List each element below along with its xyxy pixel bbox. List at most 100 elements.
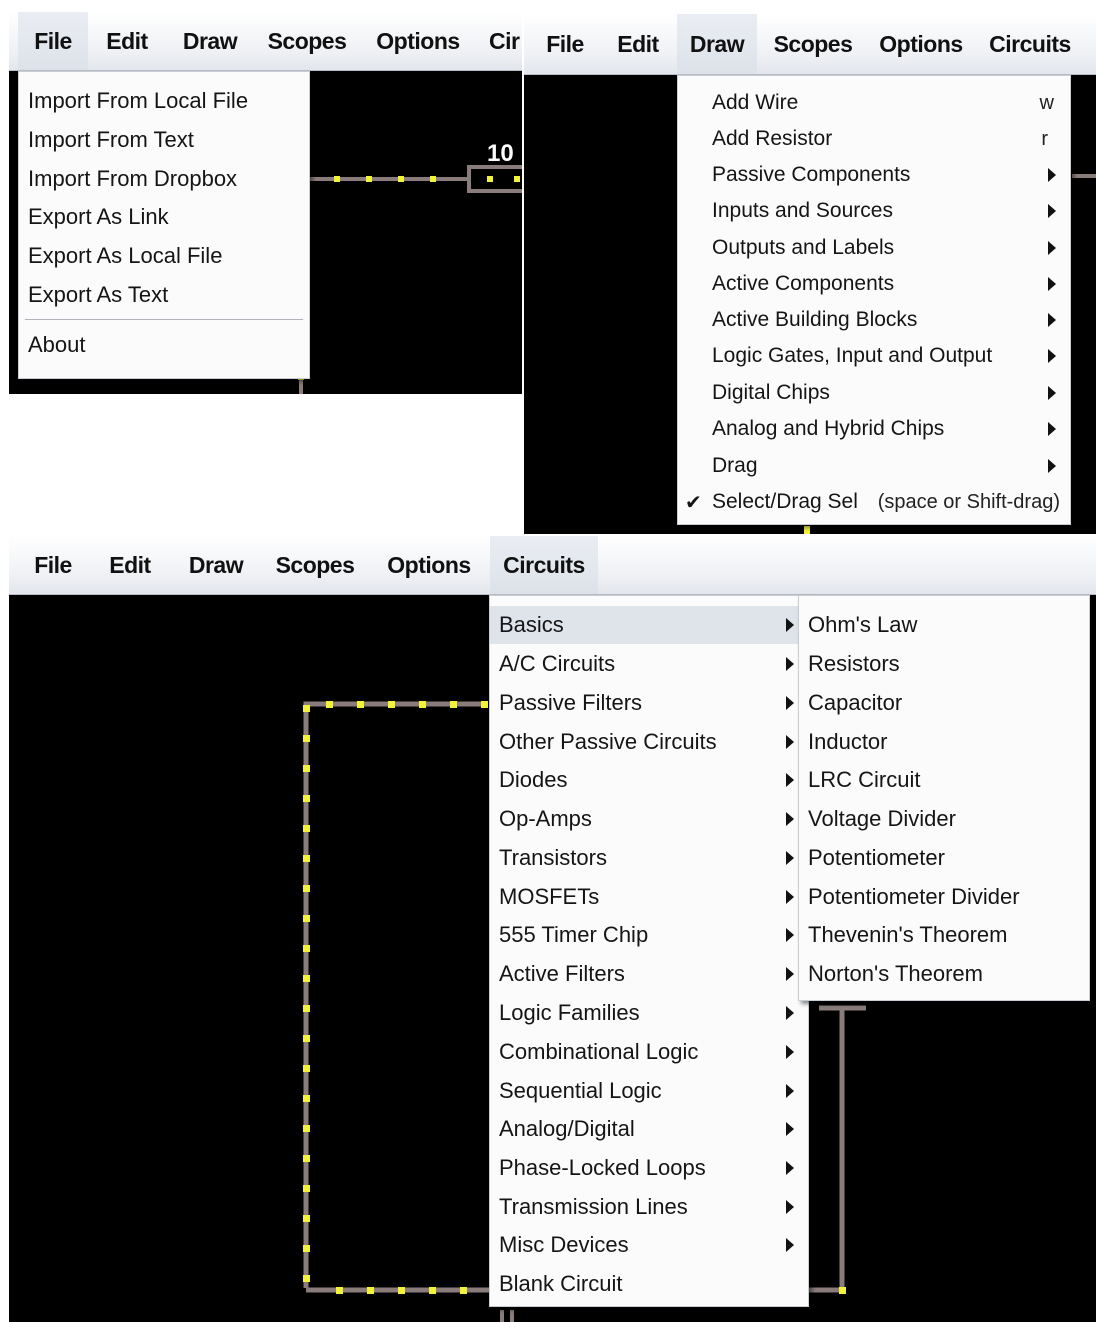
menu-item-diodes[interactable]: Diodes xyxy=(490,761,808,799)
menu-item-inputs-sources[interactable]: Inputs and Sources xyxy=(678,194,1070,228)
menu-item-label: Basics xyxy=(499,612,564,637)
menu-options[interactable]: Options xyxy=(874,14,968,74)
menu-item-555-timer-chip[interactable]: 555 Timer Chip xyxy=(490,916,808,954)
menu-item-blank-circuit[interactable]: Blank Circuit xyxy=(490,1265,808,1303)
menu-item-outputs-labels[interactable]: Outputs and Labels xyxy=(678,231,1070,265)
menu-file[interactable]: File xyxy=(18,12,88,70)
menu-item-transmission-lines[interactable]: Transmission Lines xyxy=(490,1188,808,1226)
menu-item-export-link[interactable]: Export As Link xyxy=(19,199,309,235)
menu-edit[interactable]: Edit xyxy=(99,536,161,594)
menu-options[interactable]: Options xyxy=(371,12,465,70)
menu-item-select-drag-sel[interactable]: ✔ Select/Drag Sel (space or Shift-drag) xyxy=(678,485,1070,519)
submenu-item-voltage-divider[interactable]: Voltage Divider xyxy=(799,800,1089,838)
menu-item-label: MOSFETs xyxy=(499,884,600,909)
menu-item-import-text[interactable]: Import From Text xyxy=(19,122,309,158)
submenu-item-inductor[interactable]: Inductor xyxy=(799,723,1089,761)
menu-circuits[interactable]: Circuits xyxy=(987,14,1073,74)
menu-item-add-wire[interactable]: Add Wire w xyxy=(678,86,1070,120)
menu-item-other-passive-circuits[interactable]: Other Passive Circuits xyxy=(490,723,808,761)
wire-dot xyxy=(388,701,395,708)
menu-item-label: Passive Components xyxy=(712,163,911,186)
wire-dot xyxy=(303,705,310,712)
menu-item-import-dropbox[interactable]: Import From Dropbox xyxy=(19,161,309,197)
draw-dropdown: Add Wire w Add Resistor r Passive Compon… xyxy=(677,75,1071,525)
submenu-item-thevenins-theorem[interactable]: Thevenin's Theorem xyxy=(799,916,1089,954)
menu-item-passive-components[interactable]: Passive Components xyxy=(678,158,1070,192)
menu-scopes[interactable]: Scopes xyxy=(267,536,363,594)
menu-item-label: 555 Timer Chip xyxy=(499,922,649,947)
menu-item-label: Op-Amps xyxy=(499,806,592,831)
menu-item-ac-circuits[interactable]: A/C Circuits xyxy=(490,645,808,683)
menu-item-label: Inputs and Sources xyxy=(712,199,893,222)
wire-dot xyxy=(303,825,310,832)
menu-item-analog-digital[interactable]: Analog/Digital xyxy=(490,1110,808,1148)
menu-file[interactable]: File xyxy=(532,14,598,74)
submenu-item-capacitor[interactable]: Capacitor xyxy=(799,684,1089,722)
menu-item-basics[interactable]: Basics xyxy=(490,606,808,644)
menu-item-drag[interactable]: Drag xyxy=(678,449,1070,483)
submenu-arrow-icon xyxy=(786,890,794,904)
menu-item-sequential-logic[interactable]: Sequential Logic xyxy=(490,1072,808,1110)
submenu-arrow-icon xyxy=(1048,422,1056,436)
menu-circuits[interactable]: Circuits xyxy=(490,536,598,594)
menu-item-label: Select/Drag Sel xyxy=(712,490,858,513)
menu-scopes[interactable]: Scopes xyxy=(767,14,859,74)
submenu-arrow-icon xyxy=(786,928,794,942)
menu-edit[interactable]: Edit xyxy=(97,12,157,70)
menu-item-add-resistor[interactable]: Add Resistor r xyxy=(678,122,1070,156)
menu-draw[interactable]: Draw xyxy=(677,14,757,74)
menu-options[interactable]: Options xyxy=(381,536,477,594)
submenu-arrow-icon xyxy=(1048,313,1056,327)
submenu-item-resistors[interactable]: Resistors xyxy=(799,645,1089,683)
menu-item-label: Norton's Theorem xyxy=(808,961,983,986)
menu-file[interactable]: File xyxy=(21,536,85,594)
menu-item-label: Inductor xyxy=(808,729,888,754)
wire xyxy=(303,701,487,1288)
menu-item-logic-gates[interactable]: Logic Gates, Input and Output xyxy=(678,339,1070,373)
menu-item-op-amps[interactable]: Op-Amps xyxy=(490,800,808,838)
menu-item-label: Add Resistor xyxy=(712,127,833,150)
submenu-item-nortons-theorem[interactable]: Norton's Theorem xyxy=(799,955,1089,993)
wire-dots xyxy=(298,176,520,380)
menu-item-label: Ohm's Law xyxy=(808,612,918,637)
submenu-arrow-icon xyxy=(1048,386,1056,400)
submenu-arrow-icon xyxy=(786,1200,794,1214)
menu-item-logic-families[interactable]: Logic Families xyxy=(490,994,808,1032)
menu-item-mosfets[interactable]: MOSFETs xyxy=(490,878,808,916)
menu-item-label: Passive Filters xyxy=(499,690,643,715)
menu-item-export-local-file[interactable]: Export As Local File xyxy=(19,238,309,274)
submenu-item-potentiometer-divider[interactable]: Potentiometer Divider xyxy=(799,878,1089,916)
menu-item-misc-devices[interactable]: Misc Devices xyxy=(490,1226,808,1264)
submenu-arrow-icon xyxy=(786,1161,794,1175)
menu-item-import-local-file[interactable]: Import From Local File xyxy=(19,83,309,119)
menu-item-analog-hybrid-chips[interactable]: Analog and Hybrid Chips xyxy=(678,412,1070,446)
wire-dot xyxy=(303,1065,310,1072)
submenu-arrow-icon xyxy=(1048,204,1056,218)
menu-item-label: Voltage Divider xyxy=(808,806,956,831)
menu-draw[interactable]: Draw xyxy=(176,536,256,594)
menu-circuits[interactable]: Cir xyxy=(489,12,522,70)
submenu-item-potentiometer[interactable]: Potentiometer xyxy=(799,839,1089,877)
menu-item-passive-filters[interactable]: Passive Filters xyxy=(490,684,808,722)
menu-item-active-building-blocks[interactable]: Active Building Blocks xyxy=(678,303,1070,337)
menu-item-export-text[interactable]: Export As Text xyxy=(19,277,309,313)
wire-dot xyxy=(303,735,310,742)
menu-edit[interactable]: Edit xyxy=(608,14,668,74)
wire-dot xyxy=(419,701,426,708)
submenu-arrow-icon xyxy=(786,1006,794,1020)
menu-item-about[interactable]: About xyxy=(19,327,309,363)
menu-bar: File Edit Draw Scopes Options Cir xyxy=(9,12,522,71)
wire-dot xyxy=(303,765,310,772)
menu-scopes[interactable]: Scopes xyxy=(261,12,353,70)
menu-item-transistors[interactable]: Transistors xyxy=(490,839,808,877)
menu-item-active-filters[interactable]: Active Filters xyxy=(490,955,808,993)
menu-item-combinational-logic[interactable]: Combinational Logic xyxy=(490,1033,808,1071)
menu-draw[interactable]: Draw xyxy=(171,12,249,70)
menu-item-digital-chips[interactable]: Digital Chips xyxy=(678,376,1070,410)
submenu-item-lrc-circuit[interactable]: LRC Circuit xyxy=(799,761,1089,799)
menu-item-label: Phase-Locked Loops xyxy=(499,1155,706,1180)
menu-item-active-components[interactable]: Active Components xyxy=(678,267,1070,301)
menu-item-phase-locked-loops[interactable]: Phase-Locked Loops xyxy=(490,1149,808,1187)
submenu-item-ohms-law[interactable]: Ohm's Law xyxy=(799,606,1089,644)
wire-dot xyxy=(303,1275,310,1282)
